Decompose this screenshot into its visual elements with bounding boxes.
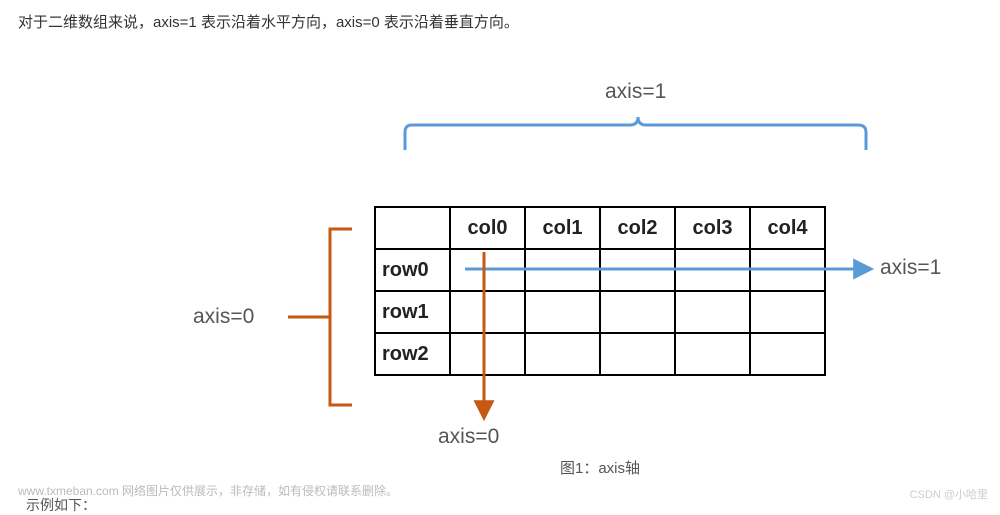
intro-paragraph: 对于二维数组来说，axis=1 表示沿着水平方向，axis=0 表示沿着垂直方向…	[0, 0, 1000, 46]
label-axis0-left: axis=0	[193, 305, 254, 329]
cutoff-text: 示例如下：	[26, 495, 96, 515]
array-grid: col0 col1 col2 col3 col4 row0 row1 row2	[374, 206, 826, 376]
table-row: row2	[375, 333, 825, 375]
bracket-left	[288, 229, 352, 405]
label-axis1-right: axis=1	[880, 256, 941, 280]
figure-caption: 图1：axis轴	[560, 457, 640, 478]
corner-cell	[375, 207, 450, 249]
col-header: col0	[450, 207, 525, 249]
cell	[675, 249, 750, 291]
axis-diagram: axis=1 axis=0 axis=1 axis=0 col0 col1 co…	[0, 0, 1000, 510]
cell	[675, 291, 750, 333]
col-header: col2	[600, 207, 675, 249]
cell	[750, 249, 825, 291]
table-row: row1	[375, 291, 825, 333]
col-header: col3	[675, 207, 750, 249]
row-header: row2	[375, 333, 450, 375]
watermark: CSDN @小哈里	[910, 486, 988, 502]
label-axis0-bottom: axis=0	[438, 425, 499, 449]
arrow-overlay	[0, 0, 1000, 510]
cell	[750, 291, 825, 333]
cell	[675, 333, 750, 375]
row-header: row1	[375, 291, 450, 333]
cell	[525, 291, 600, 333]
cell	[600, 333, 675, 375]
col-header: col4	[750, 207, 825, 249]
brace-top	[405, 117, 866, 150]
cell	[525, 249, 600, 291]
cell	[525, 333, 600, 375]
label-axis1-top: axis=1	[605, 80, 666, 104]
header-row: col0 col1 col2 col3 col4	[375, 207, 825, 249]
cell	[450, 249, 525, 291]
cell	[450, 333, 525, 375]
cell	[600, 291, 675, 333]
row-header: row0	[375, 249, 450, 291]
table-row: row0	[375, 249, 825, 291]
cell	[450, 291, 525, 333]
cell	[600, 249, 675, 291]
cell	[750, 333, 825, 375]
col-header: col1	[525, 207, 600, 249]
